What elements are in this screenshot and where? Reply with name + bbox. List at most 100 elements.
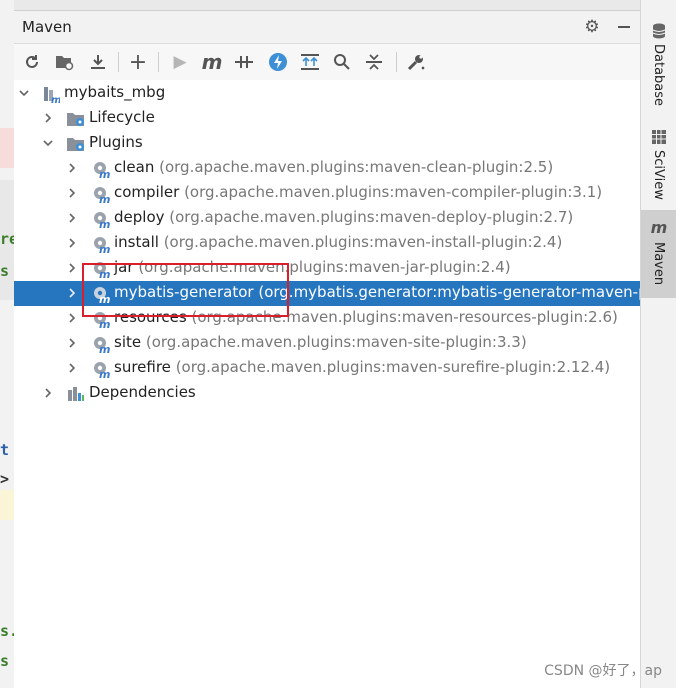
- tool-tab-label: SciView: [651, 150, 666, 200]
- plugin-label: clean (org.apache.maven.plugins:maven-cl…: [114, 158, 553, 176]
- chevron-right-icon[interactable]: [64, 235, 80, 251]
- skip-tests-icon[interactable]: [266, 50, 290, 74]
- plugin-name: install: [114, 233, 159, 251]
- lifecycle-label: Lifecycle: [89, 108, 155, 126]
- add-icon[interactable]: +: [126, 50, 150, 75]
- plugins-label: Plugins: [89, 133, 143, 151]
- svg-text:m: m: [99, 168, 110, 179]
- plugin-name: surefire: [114, 358, 171, 376]
- plugin-coordinates: (org.apache.maven.plugins:maven-site-plu…: [145, 333, 527, 351]
- tree-node-plugin-resources[interactable]: m resources (org.apache.maven.plugins:ma…: [14, 306, 640, 331]
- settings-wrench-icon[interactable]: [404, 50, 428, 74]
- show-dependencies-icon[interactable]: [298, 50, 322, 74]
- maven-plugin-icon: m: [91, 334, 111, 356]
- reload-icon[interactable]: [20, 50, 44, 74]
- plugin-coordinates: (org.apache.maven.plugins:maven-install-…: [163, 233, 563, 251]
- maven-plugin-icon: m: [91, 234, 111, 256]
- watermark-text: CSDN @好了，ap: [544, 663, 662, 679]
- svg-text:m: m: [99, 193, 110, 204]
- sciview-icon: [650, 128, 668, 146]
- plugin-coordinates: (org.apache.maven.plugins:maven-resource…: [191, 308, 618, 326]
- download-icon[interactable]: [86, 50, 110, 74]
- run-icon[interactable]: ▶: [168, 50, 192, 74]
- tree-node-plugin-site[interactable]: m site (org.apache.maven.plugins:maven-s…: [14, 331, 640, 356]
- chevron-right-icon[interactable]: [64, 210, 80, 226]
- chevron-right-icon[interactable]: [64, 260, 80, 276]
- chevron-right-icon[interactable]: [40, 110, 56, 126]
- svg-text:m: m: [99, 243, 110, 254]
- project-name: mybaits_mbg: [64, 83, 166, 101]
- svg-text:m: m: [99, 293, 110, 304]
- tree-node-plugin-install[interactable]: m install (org.apache.maven.plugins:mave…: [14, 231, 640, 256]
- tool-tab-sciview[interactable]: SciView: [641, 124, 676, 206]
- dependencies-icon: [66, 384, 86, 404]
- tree-node-plugin-surefire[interactable]: m surefire (org.apache.maven.plugins:mav…: [14, 356, 640, 381]
- toggle-offline-icon[interactable]: [232, 50, 256, 74]
- panel-title: Maven: [22, 18, 72, 36]
- plugin-label: mybatis-generator (org.mybatis.generator…: [114, 283, 661, 301]
- maven-plugin-icon: m: [91, 209, 111, 231]
- collapse-all-icon[interactable]: [362, 50, 386, 74]
- plugin-label: resources (org.apache.maven.plugins:mave…: [114, 308, 618, 326]
- right-tool-strip: Database SciView m Maven: [640, 0, 676, 688]
- maven-plugin-icon: m: [91, 259, 111, 281]
- plugin-label: site (org.apache.maven.plugins:maven-sit…: [114, 333, 527, 351]
- plugin-name: clean: [114, 158, 155, 176]
- editor-code-fragment: >: [0, 470, 10, 488]
- toolbar-separator: [158, 52, 159, 72]
- plugin-coordinates: (org.apache.maven.plugins:maven-deploy-p…: [169, 208, 574, 226]
- minimize-icon[interactable]: [612, 15, 636, 39]
- plugin-name: deploy: [114, 208, 165, 226]
- plugins-folder-icon: [66, 134, 86, 154]
- tool-tab-maven[interactable]: m Maven: [641, 210, 676, 298]
- chevron-down-icon[interactable]: [16, 85, 32, 101]
- maven-project-tree: m mybaits_mbg Lifecycle Plugins m clean …: [14, 80, 661, 688]
- maven-plugin-icon: m: [91, 159, 111, 181]
- tree-node-project[interactable]: m mybaits_mbg: [14, 81, 640, 106]
- editor-gutter-strip: re s t > s. s: [0, 0, 18, 688]
- svg-text:m: m: [99, 318, 110, 329]
- tree-node-plugin-jar[interactable]: m jar (org.apache.maven.plugins:maven-ja…: [14, 256, 640, 281]
- tree-node-plugins[interactable]: Plugins: [14, 131, 640, 156]
- plugin-name: resources: [114, 308, 187, 326]
- chevron-right-icon[interactable]: [64, 185, 80, 201]
- tree-node-plugin-clean[interactable]: m clean (org.apache.maven.plugins:maven-…: [14, 156, 640, 181]
- plugin-name: site: [114, 333, 142, 351]
- chevron-right-icon[interactable]: [40, 385, 56, 401]
- maven-toolbar: + ▶ m: [14, 44, 640, 81]
- tool-tab-label: Maven: [651, 242, 666, 286]
- tree-node-plugin-compiler[interactable]: m compiler (org.apache.maven.plugins:mav…: [14, 181, 640, 206]
- plugin-coordinates: (org.apache.maven.plugins:maven-clean-pl…: [159, 158, 554, 176]
- find-icon[interactable]: [330, 50, 354, 74]
- plugin-name: mybatis-generator: [114, 283, 254, 301]
- toolbar-separator: [396, 52, 397, 72]
- chevron-right-icon[interactable]: [64, 310, 80, 326]
- chevron-down-icon[interactable]: [40, 135, 56, 151]
- database-icon: [650, 22, 668, 40]
- svg-text:m: m: [99, 268, 110, 279]
- plugin-coordinates: (org.apache.maven.plugins:maven-compiler…: [184, 183, 603, 201]
- editor-line-block: [0, 490, 14, 520]
- tool-tab-database[interactable]: Database: [641, 18, 676, 118]
- editor-code-fragment: s: [0, 652, 10, 670]
- plugin-name: jar: [114, 258, 134, 276]
- tree-node-lifecycle[interactable]: Lifecycle: [14, 106, 640, 131]
- chevron-right-icon[interactable]: [64, 360, 80, 376]
- plugin-label: surefire (org.apache.maven.plugins:maven…: [114, 358, 610, 376]
- lifecycle-folder-icon: [66, 109, 86, 129]
- gear-icon[interactable]: ⚙: [580, 15, 604, 39]
- chevron-right-icon[interactable]: [64, 335, 80, 351]
- svg-text:m: m: [99, 343, 110, 354]
- generate-sources-icon[interactable]: [52, 50, 76, 74]
- tree-node-plugin-deploy[interactable]: m deploy (org.apache.maven.plugins:maven…: [14, 206, 640, 231]
- svg-text:m: m: [99, 368, 110, 379]
- chevron-right-icon[interactable]: [64, 160, 80, 176]
- maven-plugin-icon: m: [91, 309, 111, 331]
- plugin-label: install (org.apache.maven.plugins:maven-…: [114, 233, 562, 251]
- svg-text:m: m: [99, 218, 110, 229]
- chevron-right-icon[interactable]: [64, 285, 80, 301]
- tree-node-plugin-mybatis-generator[interactable]: m mybatis-generator (org.mybatis.generat…: [14, 281, 661, 306]
- execute-goal-icon[interactable]: m: [200, 50, 224, 74]
- tree-node-dependencies[interactable]: Dependencies: [14, 381, 640, 406]
- maven-plugin-icon: m: [91, 284, 111, 306]
